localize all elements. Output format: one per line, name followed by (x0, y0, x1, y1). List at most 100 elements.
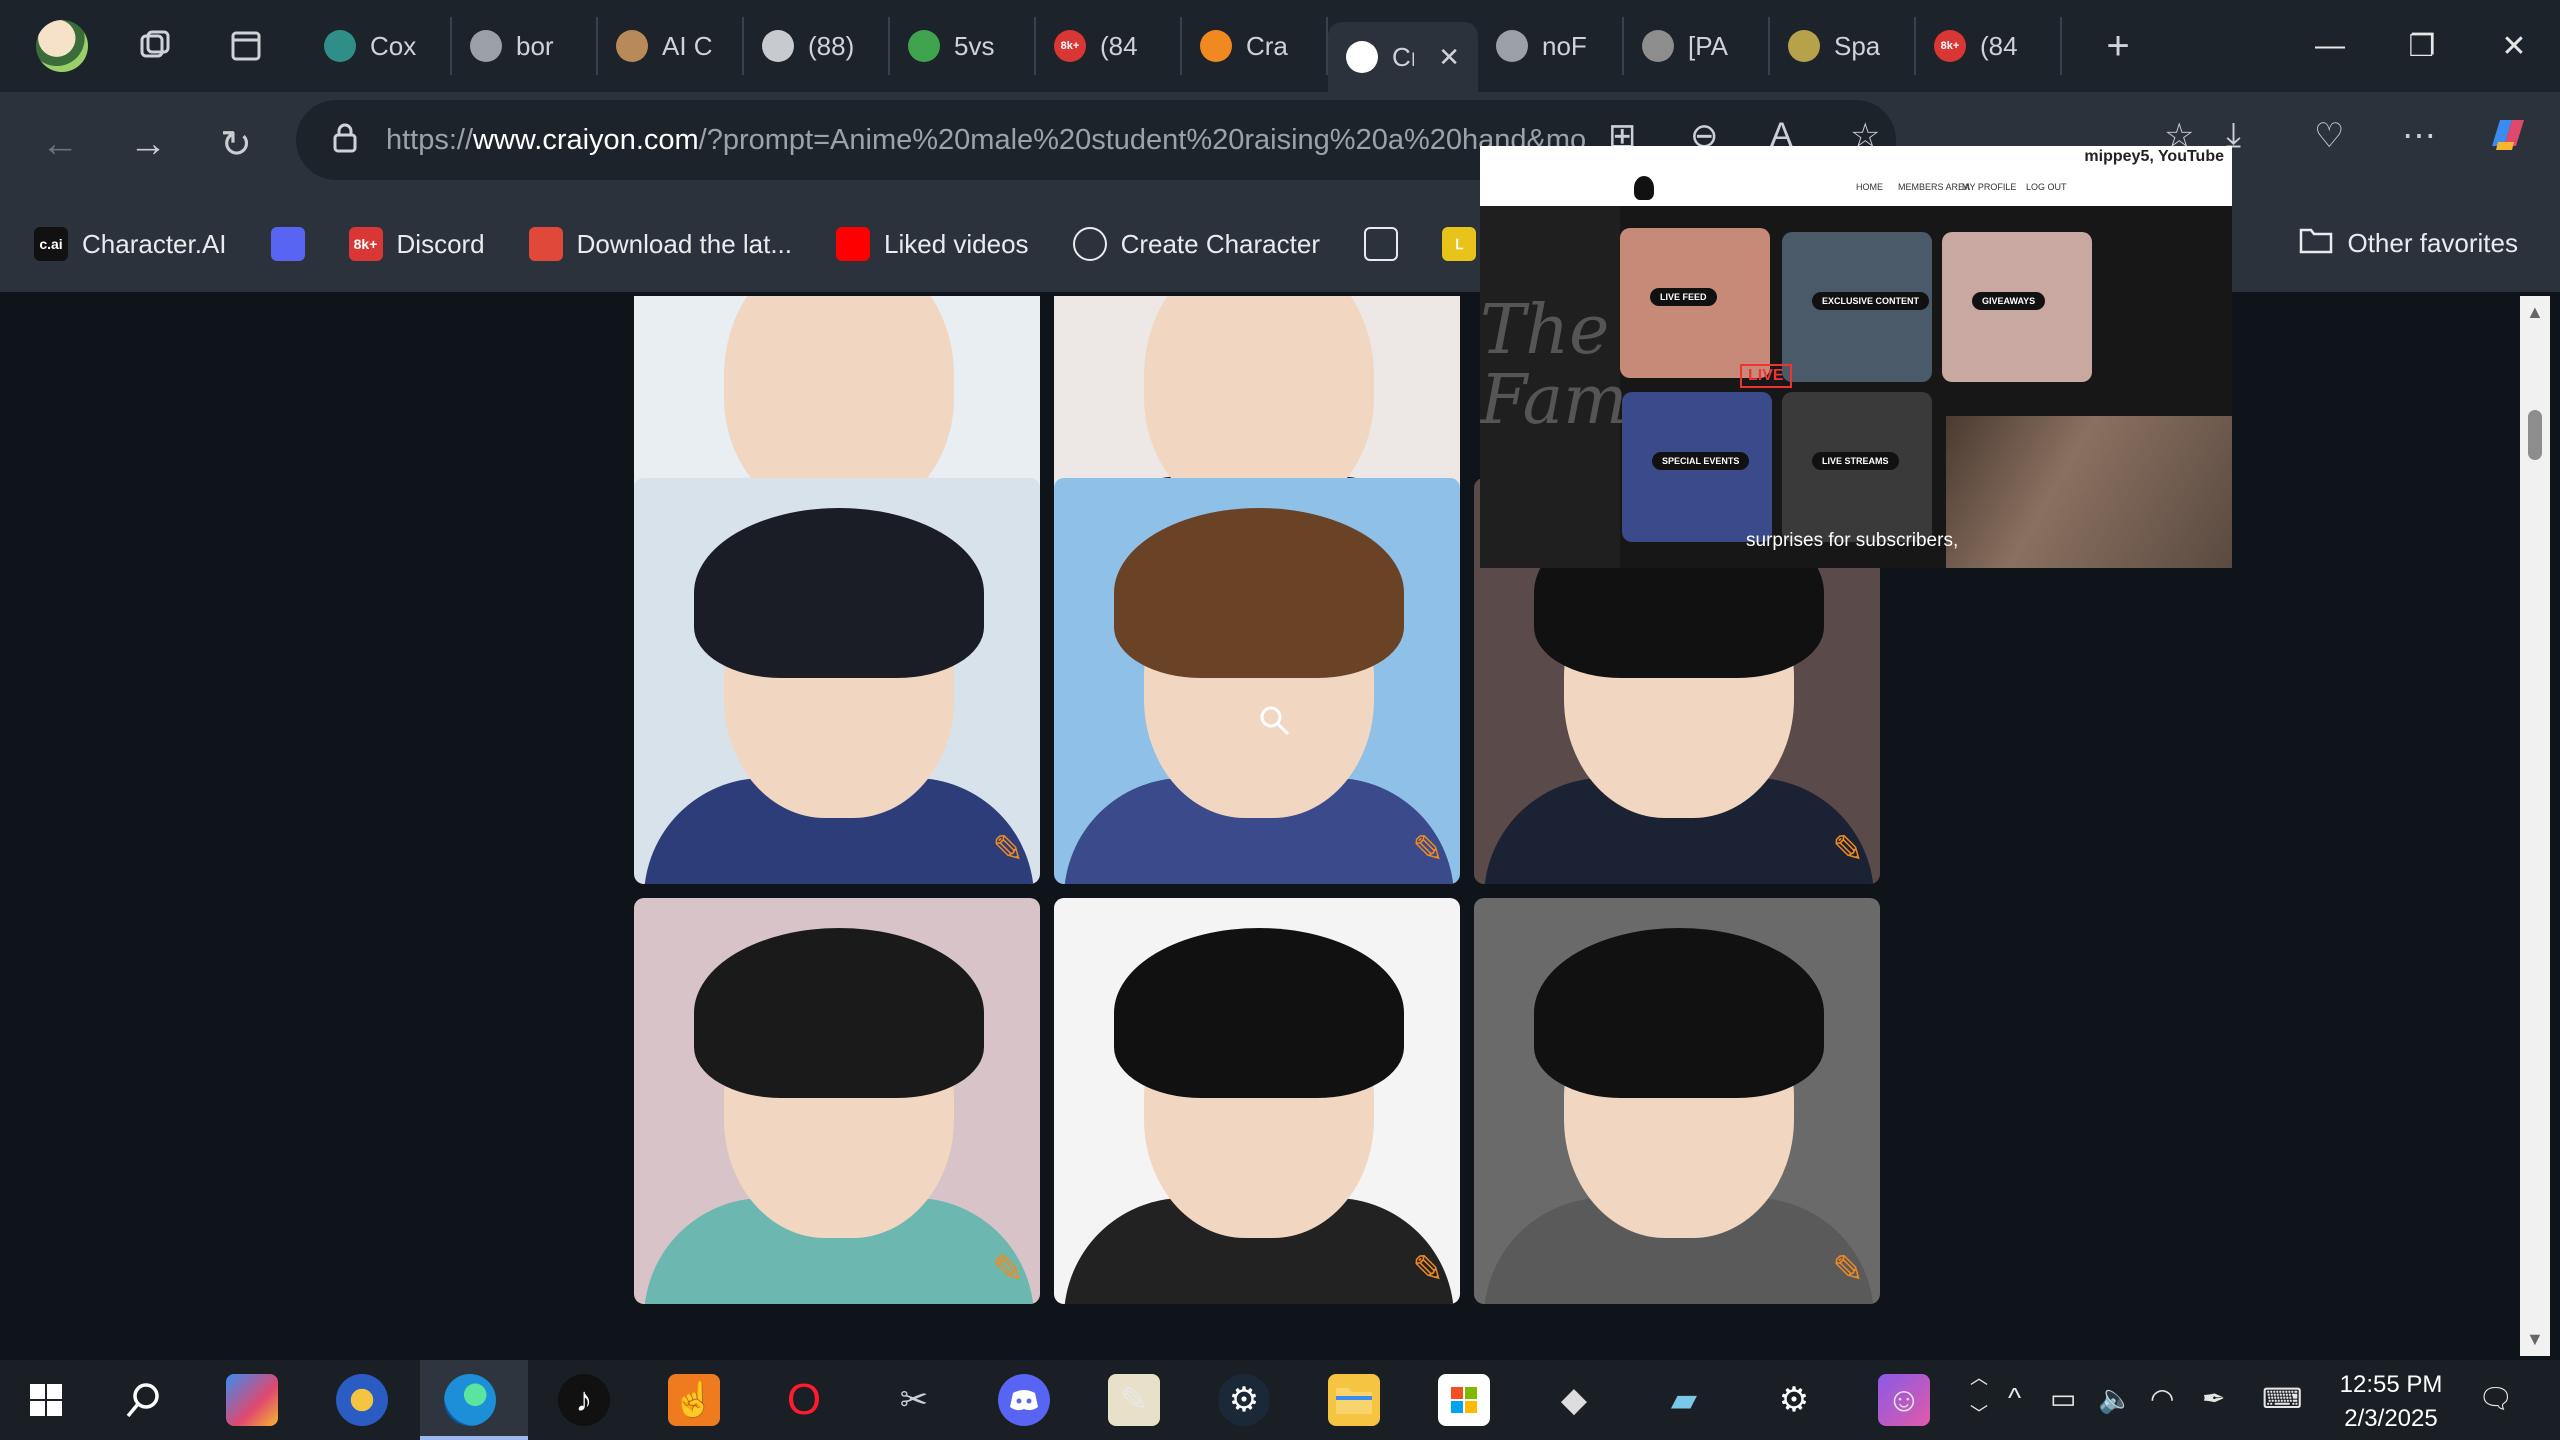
browser-tab[interactable]: Cr ✕ (1328, 22, 1478, 92)
document-icon (1363, 227, 1398, 261)
store-icon (528, 227, 563, 261)
cai-icon: c.ai (34, 227, 68, 261)
discord-taskbar-icon[interactable] (998, 1374, 1050, 1426)
taskbar-overflow-up-icon[interactable]: ︿ (1970, 1364, 1988, 1390)
game-icon (1642, 30, 1674, 62)
copilot-icon[interactable] (2484, 112, 2528, 165)
copilot-app-icon[interactable] (226, 1374, 278, 1426)
generated-image[interactable]: ✎ (1054, 478, 1460, 884)
browser-tab[interactable]: Cox (306, 17, 452, 75)
notepad-icon[interactable]: ✎ (1108, 1374, 1160, 1426)
clicker-app-icon[interactable]: ☝ (668, 1374, 720, 1426)
tab-label: Cox (370, 30, 417, 61)
browser-tab[interactable]: Spa (1770, 17, 1916, 75)
spade-logo-icon (1634, 176, 1654, 200)
tab-label: Cra (1246, 30, 1288, 61)
generated-image[interactable]: ✎ (634, 898, 1040, 1304)
avatar-app-icon[interactable]: ☺ (1878, 1374, 1930, 1426)
blue-app-icon[interactable]: ▰ (1658, 1374, 1710, 1426)
browser-tab[interactable]: 8k+ (84 (1036, 17, 1182, 75)
clock-date: 2/3/2025 (2344, 1405, 2438, 1432)
favorite-item[interactable]: Download the lat... (528, 227, 792, 261)
start-icon[interactable] (20, 1374, 72, 1426)
tiktok-icon[interactable]: ♪ (558, 1374, 610, 1426)
browser-tab[interactable]: noF (1478, 17, 1624, 75)
settings-icon[interactable]: ⚙ (1768, 1374, 1820, 1426)
favorite-item[interactable]: c.ai Character.AI (34, 227, 227, 261)
generated-image[interactable]: ✎ (634, 478, 1040, 884)
scroll-up-icon[interactable]: ▲ (2526, 302, 2544, 323)
wifi-icon[interactable]: ◠ (2150, 1382, 2174, 1415)
avatar-icon (616, 30, 648, 62)
keyboard-icon[interactable]: ⌨ (2262, 1382, 2302, 1415)
close-window-button[interactable]: ✕ (2468, 0, 2560, 92)
battery-icon[interactable]: ▭ (2050, 1382, 2076, 1415)
pip-person-image (1946, 416, 2232, 568)
pip-channel-label: mippey5, YouTube (2084, 148, 2224, 165)
discord-icon (270, 227, 305, 261)
other-favorites[interactable]: Other favorites (2299, 226, 2518, 261)
picture-in-picture-video[interactable]: mippey5, YouTube HOME MEMBERS AREA MY PROF… (1480, 146, 2232, 568)
close-tab-icon[interactable]: ✕ (1438, 42, 1460, 73)
forward-button[interactable]: → (104, 100, 192, 188)
file-explorer-icon[interactable] (1328, 1374, 1380, 1426)
pen-icon[interactable]: ✒ (2202, 1382, 2225, 1415)
generated-image[interactable]: ✎ (1054, 898, 1460, 1304)
url-text[interactable]: https://www.craiyon.com/?prompt=Anime%20… (386, 124, 1586, 157)
notifications-icon[interactable]: 🗨 (2478, 1382, 2514, 1415)
browser-tab[interactable]: AI C (598, 17, 744, 75)
scroll-thumb[interactable] (2528, 410, 2542, 460)
refresh-button[interactable]: ↻ (192, 100, 280, 188)
taskbar-clock[interactable]: 12:55 PM 2/3/2025 (2336, 1368, 2446, 1436)
browser-tab[interactable]: 8k+ (84 (1916, 17, 2062, 75)
steam-icon[interactable]: ⚙ (1218, 1374, 1270, 1426)
new-tab-button[interactable]: + (2082, 10, 2154, 82)
taskbar-overflow-down-icon[interactable]: ﹀ (1970, 1400, 1988, 1426)
search-icon[interactable] (118, 1374, 170, 1426)
image-figure-hair (1114, 928, 1404, 1098)
pencil-icon[interactable]: ✎ (1412, 1247, 1444, 1292)
profile-avatar[interactable] (36, 20, 88, 72)
volume-icon[interactable]: 🔈 (2098, 1382, 2133, 1415)
browser-essentials-icon[interactable]: ♡ (2314, 116, 2344, 156)
restore-button[interactable]: ❐ (2376, 0, 2468, 92)
generated-image[interactable]: ✎ (1474, 898, 1880, 1304)
back-button[interactable]: ← (16, 100, 104, 188)
roblox-icon[interactable]: ◆ (1548, 1374, 1600, 1426)
favorite-item[interactable]: Liked videos (836, 227, 1029, 261)
favorite-item[interactable] (1363, 227, 1398, 261)
browser-tab[interactable]: 5vs (890, 17, 1036, 75)
snipping-tool-icon[interactable]: ✂ (888, 1374, 940, 1426)
browser-tab[interactable]: [PA (1624, 17, 1770, 75)
browser-tab[interactable]: bor (452, 17, 598, 75)
minimize-button[interactable]: — (2284, 0, 2376, 92)
lock-icon[interactable] (332, 123, 358, 158)
scroll-down-icon[interactable]: ▼ (2526, 1329, 2544, 1350)
pip-card-label: SPECIAL EVENTS (1652, 452, 1750, 470)
favorite-item[interactable]: Create Character (1072, 227, 1320, 261)
badge-icon: 8k+ (1054, 30, 1086, 62)
pencil-icon[interactable]: ✎ (992, 827, 1024, 872)
folder-icon (2299, 226, 2333, 261)
edge-icon[interactable] (444, 1374, 496, 1426)
store-app-icon[interactable] (1438, 1374, 1490, 1426)
pencil-icon[interactable]: ✎ (992, 1247, 1024, 1292)
favorite-item[interactable]: 8k+ Discord (348, 227, 485, 261)
workspaces-icon[interactable] (118, 10, 190, 82)
pencil-icon[interactable]: ✎ (1412, 827, 1444, 872)
page-scrollbar[interactable]: ▲ ▼ (2520, 296, 2550, 1356)
pencil-icon[interactable]: ✎ (1832, 827, 1864, 872)
vertical-tabs-icon[interactable] (210, 10, 282, 82)
opera-icon[interactable]: O (778, 1374, 830, 1426)
show-hidden-icons[interactable]: ^ (2008, 1382, 2021, 1414)
color-app-icon[interactable] (336, 1374, 388, 1426)
more-menu-icon[interactable]: ⋯ (2402, 116, 2436, 156)
pip-caption: surprises for subscribers, (1746, 530, 1959, 551)
browser-tab[interactable]: Cra (1182, 17, 1328, 75)
favorite-item[interactable]: ꓡ (1441, 227, 1476, 261)
magnifier-icon[interactable] (1258, 704, 1292, 746)
favorite-item[interactable] (270, 227, 305, 261)
pencil-icon[interactable]: ✎ (1832, 1247, 1864, 1292)
taskbar: ♪ ☝ O ✂ ✎ ⚙ ◆ ▰ ⚙ ☺ ︿ ﹀ ^ ▭ 🔈 ◠ ✒ ⌨ 12:5… (0, 1360, 2560, 1440)
browser-tab[interactable]: (88) (744, 17, 890, 75)
